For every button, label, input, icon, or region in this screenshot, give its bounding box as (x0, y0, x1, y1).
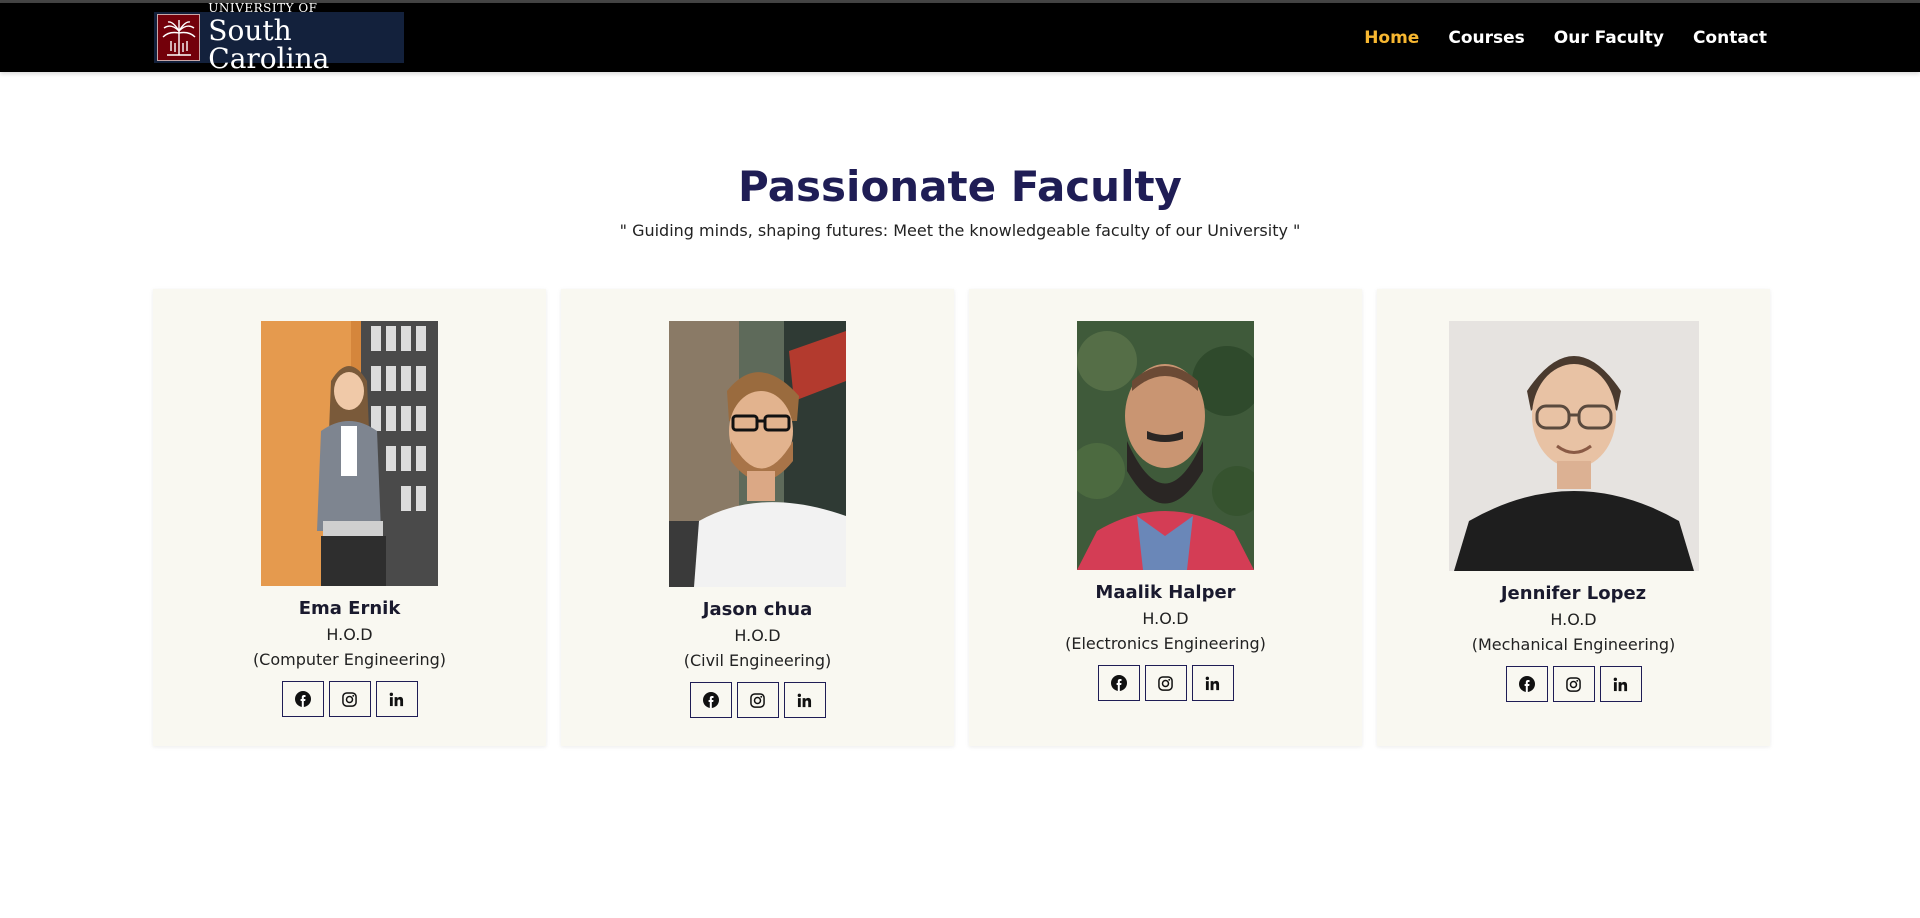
linkedin-icon (1613, 677, 1628, 691)
instagram-button[interactable] (1552, 666, 1595, 702)
faculty-card: Jason chua H.O.D (Civil Engineering) (561, 289, 954, 746)
linkedin-icon (1205, 676, 1220, 690)
facebook-icon (702, 692, 719, 708)
instagram-button[interactable] (328, 681, 371, 717)
facebook-icon (1518, 676, 1535, 692)
nav-link-home[interactable]: Home (1364, 28, 1419, 48)
facebook-button[interactable] (1097, 665, 1140, 701)
faculty-card: Maalik Halper H.O.D (Electronics Enginee… (969, 289, 1362, 746)
faculty-role: H.O.D (1550, 610, 1597, 629)
instagram-button[interactable] (736, 682, 779, 718)
facebook-button[interactable] (689, 682, 732, 718)
social-links (1097, 665, 1234, 701)
section-subtitle: " Guiding minds, shaping futures: Meet t… (619, 221, 1301, 240)
logo-text: UNIVERSITY OF South Carolina (208, 2, 404, 73)
nav-links: Home Courses Our Faculty Contact (1364, 3, 1767, 72)
linkedin-button[interactable] (1191, 665, 1234, 701)
faculty-name: Jason chua (702, 599, 813, 620)
faculty-photo (1448, 321, 1699, 571)
linkedin-icon (389, 692, 404, 706)
linkedin-button[interactable] (375, 681, 418, 717)
university-logo[interactable]: UNIVERSITY OF South Carolina (154, 2, 404, 73)
instagram-icon (342, 691, 357, 707)
facebook-button[interactable] (281, 681, 324, 717)
faculty-role: H.O.D (734, 626, 781, 645)
facebook-icon (1110, 675, 1127, 691)
nav-link-our-faculty[interactable]: Our Faculty (1554, 28, 1664, 48)
facebook-icon (294, 691, 311, 707)
instagram-button[interactable] (1144, 665, 1187, 701)
social-links (281, 681, 418, 717)
nav-link-contact[interactable]: Contact (1693, 28, 1767, 48)
instagram-icon (1158, 675, 1173, 691)
faculty-card: Ema Ernik H.O.D (Computer Engineering) (153, 289, 546, 746)
faculty-photo (261, 321, 438, 586)
faculty-role: H.O.D (1142, 609, 1189, 628)
faculty-department: (Computer Engineering) (252, 650, 447, 669)
linkedin-icon (797, 693, 812, 707)
logo-main-text: South Carolina (208, 14, 330, 75)
faculty-name: Ema Ernik (298, 598, 401, 619)
facebook-button[interactable] (1505, 666, 1548, 702)
nav-link-courses[interactable]: Courses (1448, 28, 1524, 48)
linkedin-button[interactable] (783, 682, 826, 718)
faculty-card: Jennifer Lopez H.O.D (Mechanical Enginee… (1377, 289, 1770, 746)
section-title: Passionate Faculty (738, 162, 1182, 211)
faculty-department: (Civil Engineering) (683, 651, 832, 670)
faculty-photo (1077, 321, 1254, 570)
faculty-department: (Mechanical Engineering) (1471, 635, 1676, 654)
faculty-name: Maalik Halper (1095, 582, 1236, 603)
social-links (1505, 666, 1642, 702)
faculty-role: H.O.D (326, 625, 373, 644)
faculty-cards: Ema Ernik H.O.D (Computer Engineering) J… (153, 289, 1770, 746)
faculty-photo (669, 321, 846, 587)
logo-top-text: UNIVERSITY OF (208, 1, 318, 15)
instagram-icon (1566, 676, 1581, 692)
faculty-name: Jennifer Lopez (1500, 583, 1647, 604)
palmetto-seal-icon (157, 14, 201, 61)
linkedin-button[interactable] (1599, 666, 1642, 702)
instagram-icon (750, 692, 765, 708)
faculty-department: (Electronics Engineering) (1065, 634, 1266, 653)
navbar: UNIVERSITY OF South Carolina Home Course… (0, 2, 1920, 73)
social-links (689, 682, 826, 718)
